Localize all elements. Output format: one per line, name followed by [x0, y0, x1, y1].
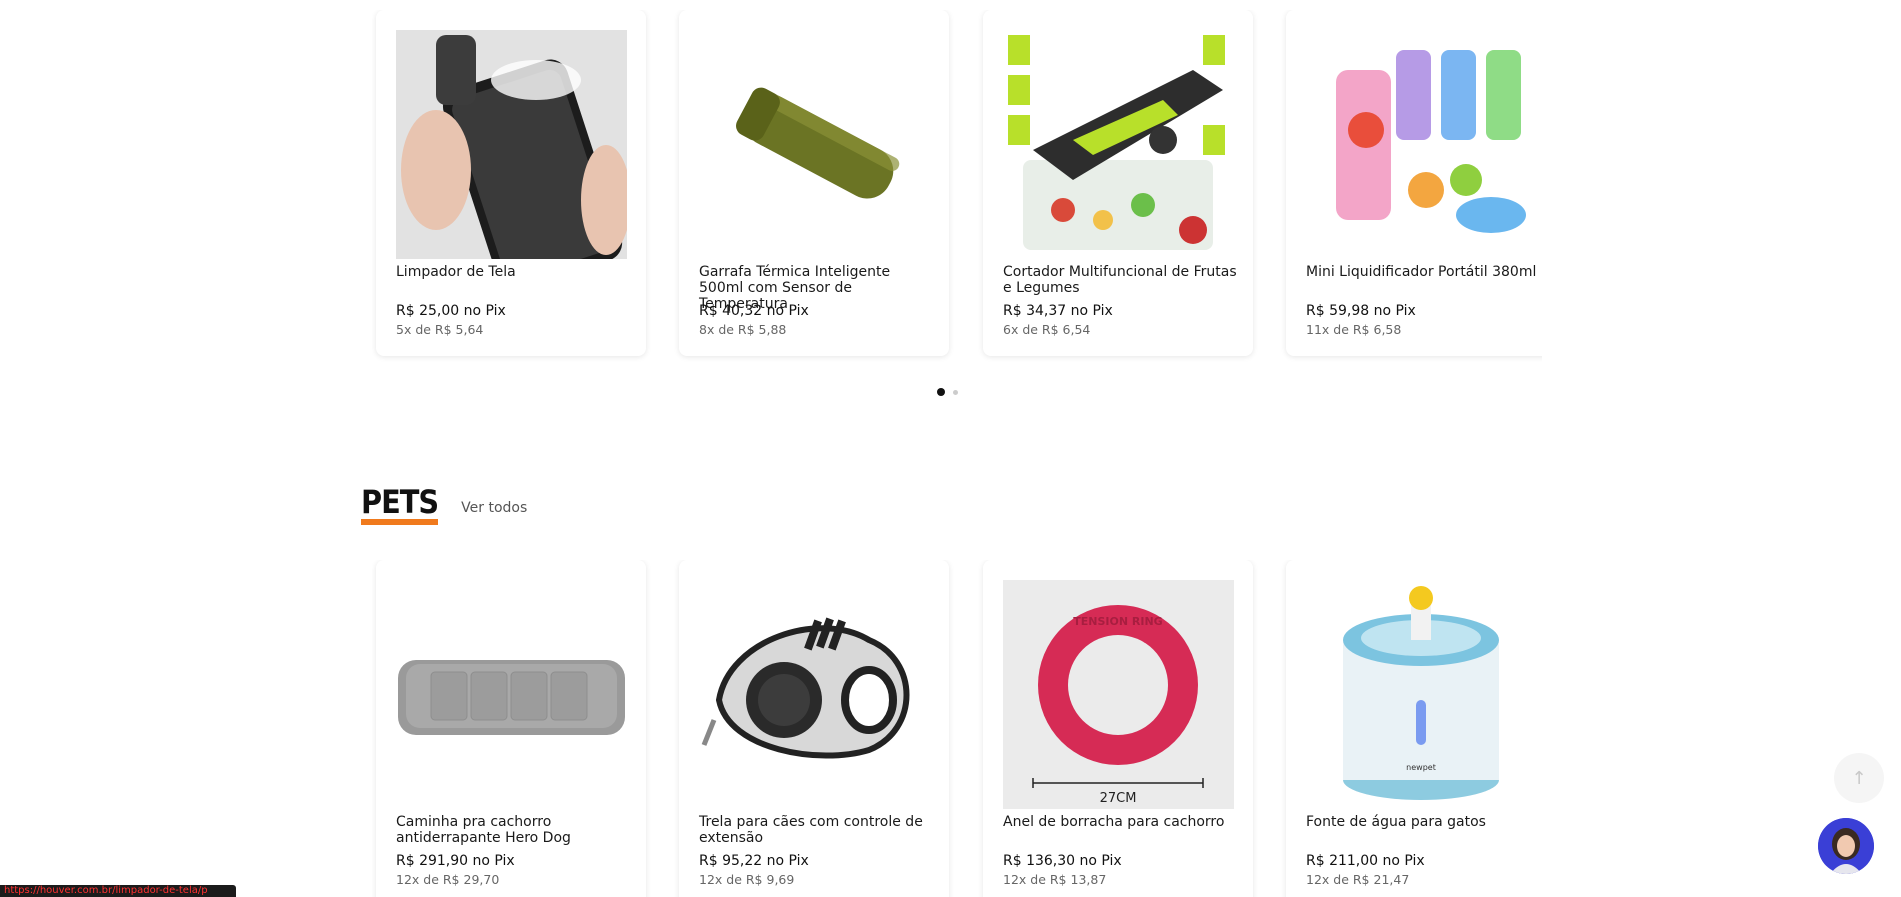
section-title: PETS: [361, 485, 439, 525]
product-name[interactable]: Fonte de água para gatos: [1306, 814, 1542, 830]
product-name[interactable]: Mini Liquidificador Portátil 380ml: [1306, 264, 1542, 280]
product-card[interactable]: Cortador Multifuncional de Frutas e Legu…: [983, 10, 1253, 356]
product-installments: 12x de R$ 29,70: [396, 872, 500, 887]
product-name[interactable]: Caminha pra cachorro antiderrapante Hero…: [396, 814, 632, 846]
product-card[interactable]: newpet Fonte de água para gatos R$ 211,0…: [1286, 560, 1542, 897]
vegetable-cutter-image[interactable]: [1003, 30, 1234, 259]
product-installments: 5x de R$ 5,64: [396, 322, 484, 337]
see-all-link[interactable]: Ver todos: [461, 500, 527, 516]
carousel-pagination: [937, 388, 958, 396]
fountain-brand-label: newpet: [1406, 763, 1436, 772]
product-price: R$ 95,22 no Pix: [699, 853, 809, 869]
product-carousel-pets: Caminha pra cachorro antiderrapante Hero…: [372, 560, 1542, 897]
product-price: R$ 211,00 no Pix: [1306, 853, 1425, 869]
thermal-bottle-image[interactable]: [699, 30, 930, 259]
carousel-dot[interactable]: [953, 389, 958, 395]
product-price: R$ 59,98 no Pix: [1306, 303, 1416, 319]
dog-leash-image[interactable]: [699, 580, 930, 809]
product-installments: 12x de R$ 21,47: [1306, 872, 1410, 887]
product-price: R$ 25,00 no Pix: [396, 303, 506, 319]
product-card[interactable]: Caminha pra cachorro antiderrapante Hero…: [376, 560, 646, 897]
product-installments: 12x de R$ 9,69: [699, 872, 795, 887]
product-name[interactable]: Trela para cães com controle de extensão: [699, 814, 935, 846]
product-card[interactable]: Trela para cães com controle de extensão…: [679, 560, 949, 897]
product-card[interactable]: Limpador de Tela R$ 25,00 no Pix 5x de R…: [376, 10, 646, 356]
water-fountain-image[interactable]: newpet: [1306, 580, 1537, 809]
product-installments: 6x de R$ 6,54: [1003, 322, 1091, 337]
product-card[interactable]: TENSION RING 27CM Anel de borracha para …: [983, 560, 1253, 897]
product-name[interactable]: Cortador Multifuncional de Frutas e Legu…: [1003, 264, 1239, 296]
assistant-avatar-icon: [1818, 818, 1874, 874]
product-carousel-top: Limpador de Tela R$ 25,00 no Pix 5x de R…: [372, 10, 1542, 370]
product-price: R$ 136,30 no Pix: [1003, 853, 1122, 869]
product-installments: 12x de R$ 13,87: [1003, 872, 1107, 887]
product-price: R$ 34,37 no Pix: [1003, 303, 1113, 319]
product-card[interactable]: Mini Liquidificador Portátil 380ml R$ 59…: [1286, 10, 1542, 356]
link-status-bar: https://houver.com.br/limpador-de-tela/p: [0, 885, 236, 897]
rubber-ring-image[interactable]: TENSION RING 27CM: [1003, 580, 1234, 809]
product-price: R$ 291,90 no Pix: [396, 853, 515, 869]
screen-cleaner-image[interactable]: [396, 30, 627, 259]
product-name[interactable]: Limpador de Tela: [396, 264, 632, 280]
scroll-to-top-button[interactable]: ↑: [1834, 753, 1884, 803]
product-installments: 11x de R$ 6,58: [1306, 322, 1402, 337]
arrow-up-icon: ↑: [1851, 767, 1867, 789]
product-name[interactable]: Anel de borracha para cachorro: [1003, 814, 1239, 830]
chat-assistant-button[interactable]: [1818, 818, 1874, 874]
ring-size-label: 27CM: [1100, 791, 1137, 806]
carousel-dot-active[interactable]: [937, 388, 945, 396]
section-header-pets: PETS Ver todos: [361, 485, 527, 525]
product-price: R$ 40,32 no Pix: [699, 303, 809, 319]
ring-embossed-text: TENSION RING: [1073, 615, 1162, 628]
product-installments: 8x de R$ 5,88: [699, 322, 787, 337]
product-card[interactable]: Garrafa Térmica Inteligente 500ml com Se…: [679, 10, 949, 356]
portable-blender-image[interactable]: [1306, 30, 1537, 259]
dog-bed-image[interactable]: [396, 580, 627, 809]
